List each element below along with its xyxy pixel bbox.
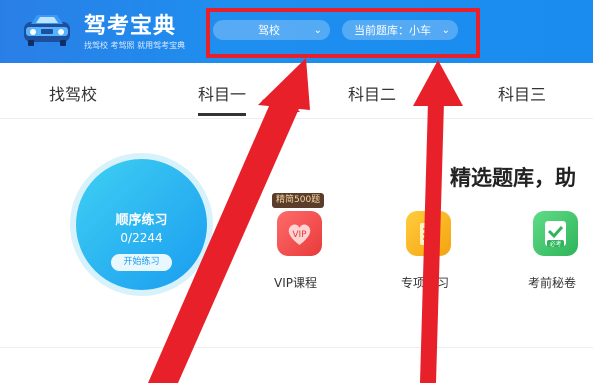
section-headline: 精选题库，助 <box>450 166 576 190</box>
subject-tabs: 找驾校 科目一 科目二 科目三 <box>0 63 593 119</box>
vip-badge: 精简500题 <box>272 193 325 208</box>
vip-course-icon[interactable]: VIP <box>277 211 322 256</box>
practice-progress: 0/2244 <box>120 231 163 245</box>
selector-highlight-box <box>206 8 480 58</box>
car-logo-icon <box>24 15 70 46</box>
start-practice-button[interactable]: 开始练习 <box>111 254 172 271</box>
tab-subject-one[interactable]: 科目一 <box>198 81 246 105</box>
active-tab-indicator <box>198 113 246 116</box>
vip-heart-icon: VIP <box>288 224 311 245</box>
section-divider <box>0 347 593 348</box>
exam-icon-text: 必考 <box>549 240 561 248</box>
check-icon: 必考 <box>545 221 566 248</box>
tab-subject-two[interactable]: 科目二 <box>348 81 396 105</box>
tab-find-school[interactable]: 找驾校 <box>49 81 97 105</box>
app-tagline: 找驾校 考驾照 就用驾考宝典 <box>84 41 186 50</box>
app-name[interactable]: 驾考宝典 <box>84 8 176 40</box>
document-icon <box>420 223 437 245</box>
tab-subject-three[interactable]: 科目三 <box>498 81 546 105</box>
vip-course-label[interactable]: VIP课程 <box>274 274 317 291</box>
practice-title: 顺序练习 <box>115 213 168 228</box>
special-practice-icon[interactable] <box>406 211 451 256</box>
sequential-practice-circle[interactable]: 顺序练习 0/2244 开始练习 <box>70 153 213 296</box>
special-practice-label[interactable]: 专项练习 <box>401 274 449 291</box>
exam-secrets-label[interactable]: 考前秘卷 <box>528 274 576 291</box>
vip-icon-text: VIP <box>292 230 307 240</box>
exam-secrets-icon[interactable]: 必考 <box>533 211 578 256</box>
